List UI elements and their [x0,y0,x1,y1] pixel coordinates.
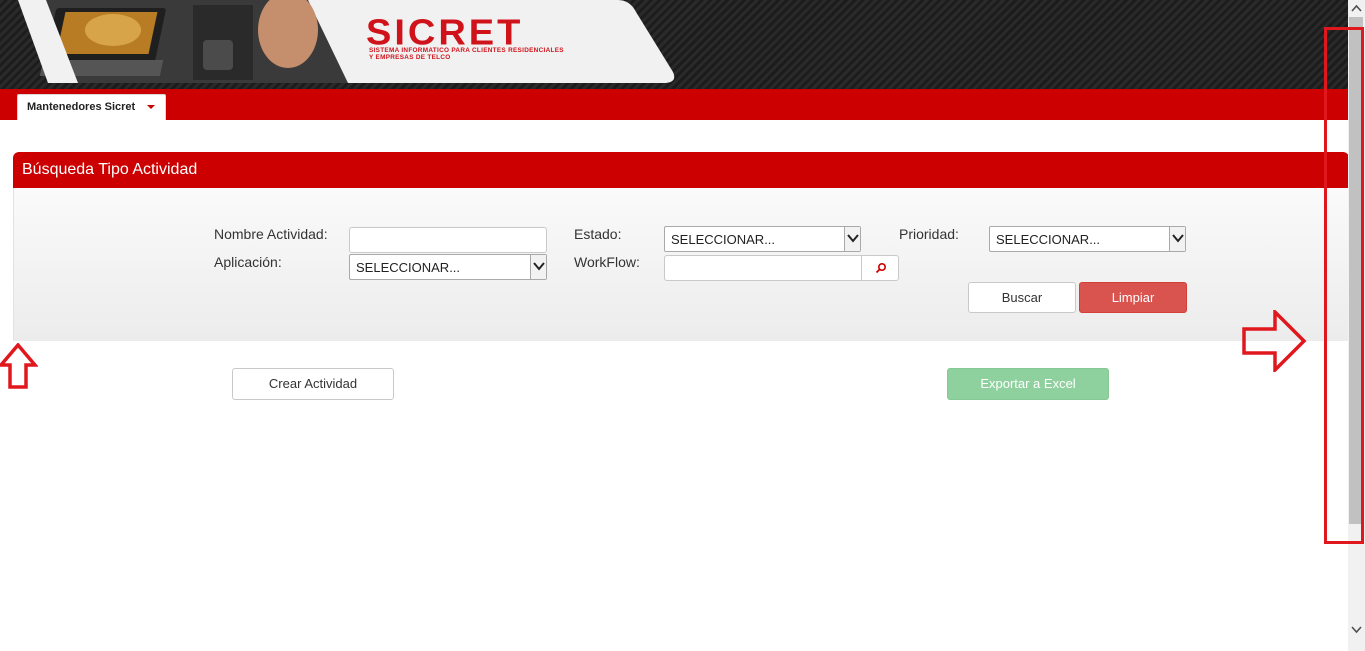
chevron-down-icon [844,227,860,251]
chevron-down-icon [1169,227,1185,251]
logo-subtitle: SISTEMA INFORMATICO PARA CLIENTES RESIDE… [369,47,564,61]
limpiar-button[interactable]: Limpiar [1079,282,1187,313]
workflow-search-button[interactable] [861,255,899,281]
prioridad-selected: SELECCIONAR... [996,232,1101,247]
banner-graphic [18,0,675,83]
panel-title: Búsqueda Tipo Actividad [13,152,1349,188]
nav-bar [0,89,1348,120]
prioridad-select[interactable]: SELECCIONAR... [989,226,1186,252]
estado-select[interactable]: SELECCIONAR... [664,226,861,252]
exportar-excel-button[interactable]: Exportar a Excel [947,368,1109,400]
annotation-right-arrow-icon [1242,310,1307,372]
label-estado: Estado: [574,226,622,242]
menu-mantenedores[interactable]: Mantenedores Sicret [17,94,166,120]
scroll-up-icon[interactable] [1351,4,1362,14]
estado-selected: SELECCIONAR... [671,232,776,247]
label-workflow: WorkFlow: [574,254,640,270]
aplicacion-selected: SELECCIONAR... [356,260,461,275]
chevron-down-icon [530,255,546,279]
scroll-down-icon[interactable] [1351,624,1362,634]
label-nombre-actividad: Nombre Actividad: [214,226,328,242]
search-icon [875,262,887,274]
annotation-highlight-box [1324,27,1364,544]
crear-actividad-button[interactable]: Crear Actividad [232,368,394,400]
nombre-actividad-input[interactable] [349,227,547,253]
header-banner: SICRET SISTEMA INFORMATICO PARA CLIENTES… [0,0,1348,89]
aplicacion-select[interactable]: SELECCIONAR... [349,254,547,280]
label-aplicacion: Aplicación: [214,254,282,270]
label-prioridad: Prioridad: [899,226,959,242]
annotation-up-arrow-icon [0,343,38,389]
logo-text: SICRET [366,13,524,53]
workflow-input[interactable] [664,255,862,281]
menu-label: Mantenedores Sicret [27,101,136,113]
buscar-button[interactable]: Buscar [968,282,1076,313]
caret-down-icon [147,105,155,109]
